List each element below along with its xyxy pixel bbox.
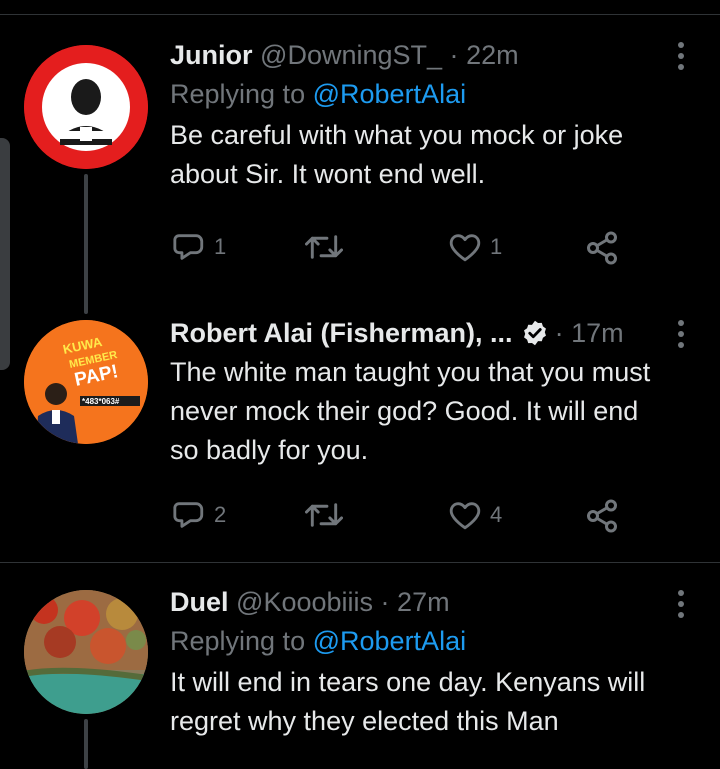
like-count: 1	[490, 234, 503, 259]
more-icon	[678, 590, 684, 596]
tweet-text: Be careful with what you mock or joke ab…	[170, 120, 624, 189]
like-button[interactable]: 1	[448, 230, 502, 264]
like-button[interactable]: 4	[448, 498, 502, 532]
reply-icon	[173, 234, 204, 260]
verified-badge-icon	[523, 320, 546, 346]
more-icon	[678, 42, 684, 48]
replying-to: Replying to @RobertAlai	[170, 623, 670, 659]
heart-icon	[449, 502, 481, 530]
share-button[interactable]	[583, 498, 621, 534]
scroll-handle[interactable]	[0, 138, 10, 370]
tweet-header: Junior @DowningST_ · 22m	[170, 38, 670, 72]
like-count: 4	[490, 502, 503, 527]
more-icon	[678, 320, 684, 326]
reply-count: 2	[214, 502, 227, 527]
tweet-header: Robert Alai (Fisherman), ... · 17m	[170, 316, 670, 351]
share-icon	[587, 499, 617, 533]
more-options-button[interactable]	[676, 42, 686, 70]
author-name[interactable]: Robert Alai (Fisherman), ...	[170, 318, 513, 348]
avatar-duel[interactable]	[24, 590, 148, 714]
author-name[interactable]: Duel	[170, 587, 229, 617]
tweet-actions: 1 1	[170, 230, 630, 270]
tweet-actions: 2 4	[170, 498, 630, 538]
thread-line	[84, 719, 88, 769]
avatar-junior[interactable]	[24, 45, 148, 169]
author-handle[interactable]: @Kooobiiis	[236, 587, 373, 617]
retweet-button[interactable]	[305, 230, 343, 264]
author-name[interactable]: Junior	[170, 40, 253, 70]
retweet-icon	[305, 235, 343, 259]
heart-icon	[449, 234, 481, 262]
author-handle[interactable]: @DowningST_	[260, 40, 442, 70]
tweet-body: Robert Alai (Fisherman), ... · 17m The wh…	[170, 316, 670, 470]
thread-line	[84, 174, 88, 314]
separator-dot: ·	[380, 587, 390, 617]
tweet-time[interactable]: 27m	[397, 587, 450, 617]
reply-button[interactable]: 1	[172, 230, 226, 264]
separator-dot: ·	[449, 40, 459, 70]
reply-count: 1	[214, 234, 227, 259]
share-button[interactable]	[583, 230, 621, 266]
tweet-text: It will end in tears one day. Kenyans wi…	[170, 667, 646, 736]
tweet-body: Duel @Kooobiiis · 27m Replying to @Rober…	[170, 585, 670, 741]
tweet-time[interactable]: 17m	[571, 318, 624, 348]
more-options-button[interactable]	[676, 320, 686, 348]
avatar-robert-alai-image: KUWA MEMBER PAP! *483*063#	[24, 320, 148, 444]
avatar-robert-alai[interactable]: KUWA MEMBER PAP! *483*063#	[24, 320, 148, 444]
replying-prefix: Replying to	[170, 79, 306, 109]
replying-mention[interactable]: @RobertAlai	[313, 626, 466, 656]
more-options-button[interactable]	[676, 590, 686, 618]
share-icon	[587, 231, 617, 265]
tweet-header: Duel @Kooobiiis · 27m	[170, 585, 670, 619]
avatar-junior-image	[24, 45, 148, 169]
tweet-text: The white man taught you that you must n…	[170, 356, 651, 465]
tweet-body: Junior @DowningST_ · 22m Replying to @Ro…	[170, 38, 670, 194]
avatar-duel-image	[24, 590, 148, 714]
retweet-icon	[305, 503, 343, 527]
retweet-button[interactable]	[305, 498, 343, 532]
replying-to: Replying to @RobertAlai	[170, 76, 670, 112]
reply-icon	[173, 502, 204, 528]
top-divider	[0, 14, 720, 15]
replying-mention[interactable]: @RobertAlai	[313, 79, 466, 109]
svg-text:*483*063#: *483*063#	[82, 397, 120, 406]
reply-button[interactable]: 2	[172, 498, 226, 532]
separator-dot: ·	[554, 318, 564, 348]
tweet-divider	[0, 562, 720, 563]
tweet-time[interactable]: 22m	[466, 40, 519, 70]
replying-prefix: Replying to	[170, 626, 306, 656]
